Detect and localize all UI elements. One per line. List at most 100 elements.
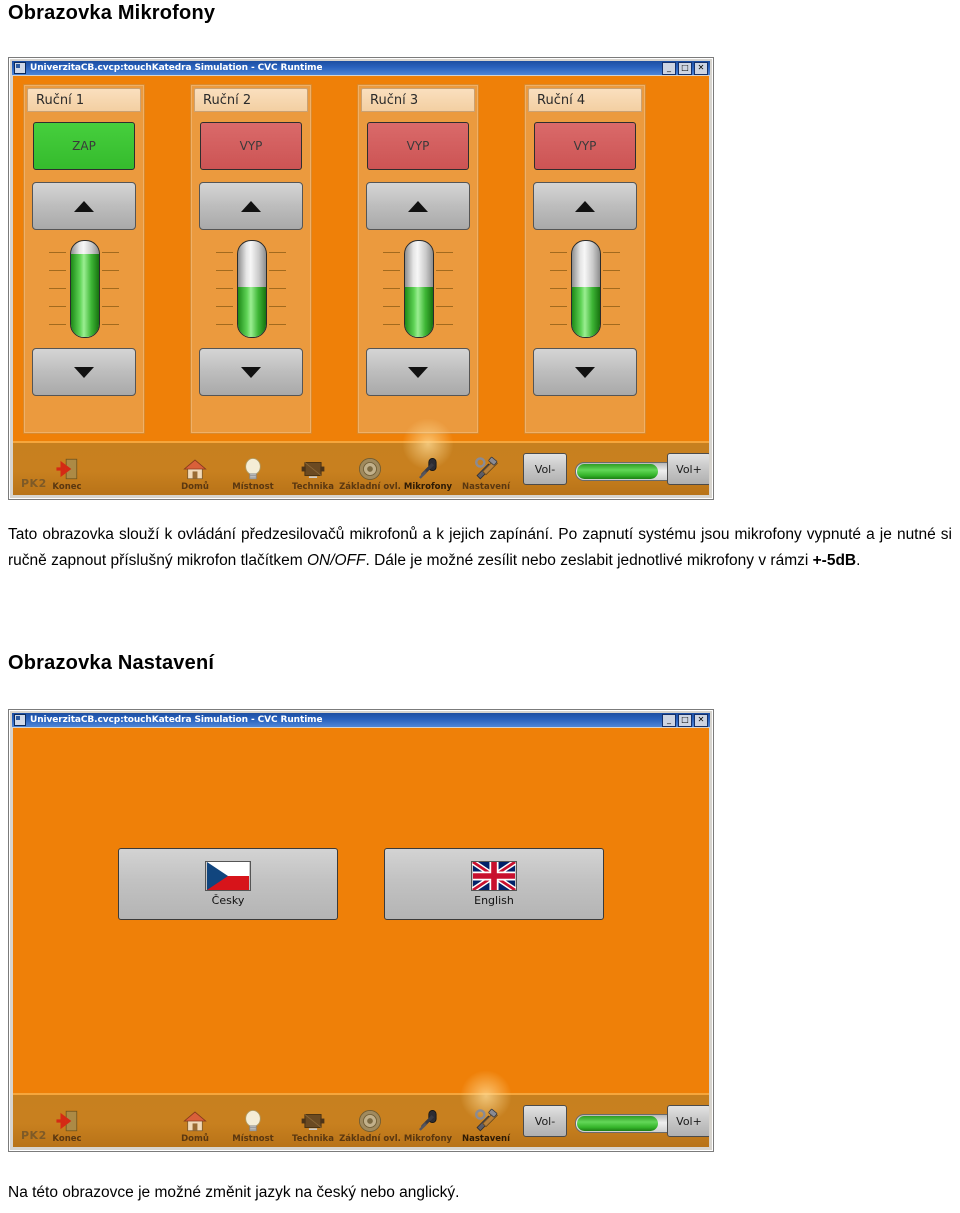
- toolbar-item-microphone[interactable]: Mikrofony: [396, 1104, 460, 1144]
- gain-fader[interactable]: [49, 240, 119, 338]
- minimize-icon[interactable]: _: [662, 713, 676, 727]
- toolbar-item-label: Místnost: [232, 482, 274, 492]
- toolbar-item-knob-dial[interactable]: Základní ovl.: [338, 452, 402, 492]
- fader-tube: [571, 240, 601, 338]
- gain-up-button[interactable]: [533, 182, 637, 230]
- uk-flag-icon: [471, 859, 517, 893]
- toolbar-item-projector[interactable]: Technika: [281, 452, 345, 492]
- triangle-up-icon: [408, 200, 428, 212]
- channel-onoff-button[interactable]: VYP: [534, 122, 636, 170]
- close-icon[interactable]: ✕: [694, 713, 708, 727]
- window-titlebar: UniverzitaCB.cvcp:touchKatedra Simulatio…: [12, 61, 710, 75]
- volume-bar[interactable]: [575, 462, 681, 481]
- knob-dial-icon: [338, 1104, 402, 1134]
- gain-up-button[interactable]: [199, 182, 303, 230]
- volume-bar[interactable]: [575, 1114, 681, 1133]
- channel-label: Ruční 2: [194, 88, 308, 112]
- volume-up-button[interactable]: Vol+: [667, 453, 709, 485]
- toolbar-item-label: Technika: [292, 1134, 334, 1144]
- microphone-icon: [396, 1104, 460, 1134]
- channel-strip: Ruční 2 VYP: [190, 84, 312, 434]
- volume-down-button[interactable]: Vol-: [523, 1105, 567, 1137]
- toolbar-item-knob-dial[interactable]: Základní ovl.: [338, 1104, 402, 1144]
- channel-onoff-button[interactable]: VYP: [200, 122, 302, 170]
- fader-tube: [404, 240, 434, 338]
- maximize-icon[interactable]: □: [678, 713, 692, 727]
- fader-tube: [237, 240, 267, 338]
- triangle-up-icon: [575, 200, 595, 212]
- toolbar-item-label: Konec: [52, 1134, 82, 1144]
- gain-up-button[interactable]: [366, 182, 470, 230]
- toolbar-item-exit-door[interactable]: Konec: [35, 1104, 99, 1144]
- gain-down-button[interactable]: [533, 348, 637, 396]
- toolbar-item-microphone[interactable]: Mikrofony: [396, 418, 460, 492]
- gain-down-button[interactable]: [199, 348, 303, 396]
- channel-onoff-button[interactable]: VYP: [367, 122, 469, 170]
- toolbar-item-label: Základní ovl.: [339, 482, 401, 492]
- tools-icon: [454, 452, 518, 482]
- description-microphones: Tato obrazovka slouží k ovládání předzes…: [8, 522, 952, 574]
- app-window-settings: UniverzitaCB.cvcp:touchKatedra Simulatio…: [8, 709, 714, 1152]
- language-button-czech[interactable]: Česky: [118, 848, 338, 920]
- volume-down-button[interactable]: Vol-: [523, 453, 567, 485]
- toolbar-item-tools[interactable]: Nastavení: [454, 1070, 518, 1144]
- toolbar-item-lightbulb[interactable]: Místnost: [221, 1104, 285, 1144]
- toolbar-item-label: Mikrofony: [403, 1134, 453, 1144]
- toolbar-item-projector[interactable]: Technika: [281, 1104, 345, 1144]
- toolbar-item-lightbulb[interactable]: Místnost: [221, 452, 285, 492]
- toolbar-item-label: Základní ovl.: [339, 1134, 401, 1144]
- maximize-icon[interactable]: □: [678, 61, 692, 75]
- projector-icon: [281, 1104, 345, 1134]
- toolbar-item-label: Nastavení: [462, 482, 510, 492]
- description-microphones-part3: .: [856, 552, 861, 569]
- triangle-down-icon: [241, 366, 261, 378]
- bottom-toolbar: PK2 Konec Domů Místnost Technika Základní ov…: [13, 418, 709, 495]
- channel-label-text: Ruční 3: [370, 92, 419, 108]
- fader-fill: [572, 287, 600, 337]
- gain-down-button[interactable]: [32, 348, 136, 396]
- knob-dial-icon: [338, 452, 402, 482]
- fader-fill: [71, 254, 99, 337]
- channel-label: Ruční 4: [528, 88, 642, 112]
- projector-icon: [281, 452, 345, 482]
- tools-icon: [454, 1104, 518, 1134]
- fader-fill: [405, 287, 433, 337]
- toolbar-item-label: Nastavení: [462, 1134, 510, 1144]
- toolbar-item-label: Domů: [181, 482, 209, 492]
- volume-bar-fill: [577, 1116, 659, 1131]
- gain-fader[interactable]: [216, 240, 286, 338]
- triangle-down-icon: [575, 366, 595, 378]
- toolbar-item-label: Technika: [292, 482, 334, 492]
- exit-door-icon: [35, 452, 99, 482]
- gain-up-button[interactable]: [32, 182, 136, 230]
- channel-strip: Ruční 1 ZAP: [23, 84, 145, 434]
- toolbar-item-house[interactable]: Domů: [163, 452, 227, 492]
- toolbar-item-tools[interactable]: Nastavení: [454, 452, 518, 492]
- page-title-microphones: Obrazovka Mikrofony: [8, 2, 216, 24]
- app-window-icon: [14, 714, 26, 726]
- gain-down-button[interactable]: [366, 348, 470, 396]
- description-settings: Na této obrazovce je možné změnit jazyk …: [8, 1184, 460, 1201]
- toolbar-item-exit-door[interactable]: Konec: [35, 452, 99, 492]
- window-controls: _ □ ✕: [662, 61, 710, 75]
- toolbar-item-house[interactable]: Domů: [163, 1104, 227, 1144]
- window-title: UniverzitaCB.cvcp:touchKatedra Simulatio…: [30, 715, 323, 725]
- gain-fader[interactable]: [550, 240, 620, 338]
- channel-strip: Ruční 3 VYP: [357, 84, 479, 434]
- microphone-screen: Ruční 1 ZAP Ruční 2 VYP Ruční 3 VYP Ruční 4 VYP…: [13, 76, 709, 495]
- settings-screen: Česky English PK2 Konec Domů Místnost Techni…: [13, 728, 709, 1147]
- channel-strip: Ruční 4 VYP: [524, 84, 646, 434]
- czech-flag-icon: [205, 861, 251, 891]
- gain-fader[interactable]: [383, 240, 453, 338]
- exit-door-icon: [35, 1104, 99, 1134]
- channel-onoff-button[interactable]: ZAP: [33, 122, 135, 170]
- toolbar-item-label: Domů: [181, 1134, 209, 1144]
- app-window-icon: [14, 62, 26, 74]
- triangle-up-icon: [74, 200, 94, 212]
- language-button-english[interactable]: English: [384, 848, 604, 920]
- language-button-list: Česky English: [13, 848, 709, 920]
- toolbar-item-label: Konec: [52, 482, 82, 492]
- close-icon[interactable]: ✕: [694, 61, 708, 75]
- volume-up-button[interactable]: Vol+: [667, 1105, 709, 1137]
- minimize-icon[interactable]: _: [662, 61, 676, 75]
